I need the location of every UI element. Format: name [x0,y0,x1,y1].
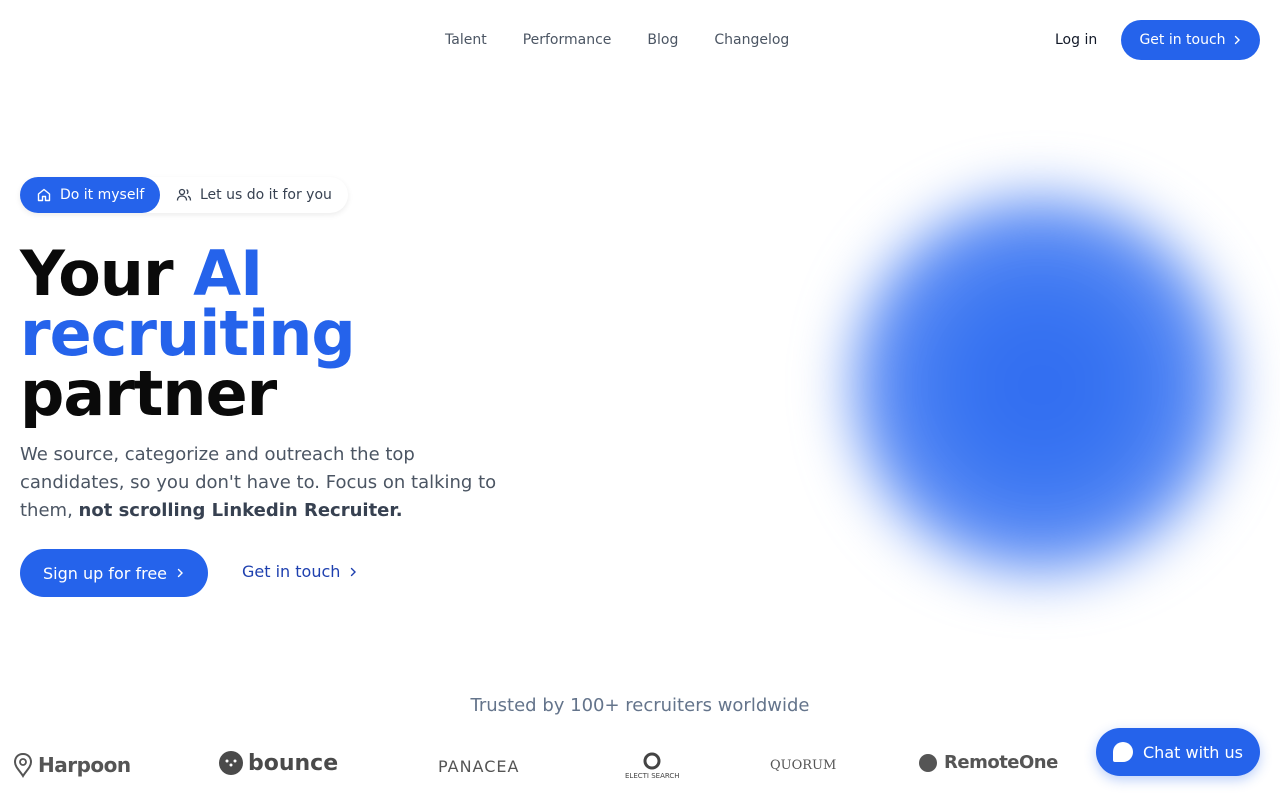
sign-up-button[interactable]: Sign up for free [20,549,208,597]
logo-remoteone: RemoteOne [918,752,1058,773]
headline-partner: partner [20,357,277,430]
hero-subtitle: We source, categorize and outreach the t… [20,441,520,525]
top-navigation: Talent Performance Blog Changelog Log in… [0,0,1280,80]
logo-electi-search: ELECTI SEARCH [625,752,680,780]
logo-panacea: PANACEA [438,757,519,776]
nav-link-talent[interactable]: Talent [445,31,487,49]
trusted-by-text: Trusted by 100+ recruiters worldwide [470,695,810,716]
logo-electi-text: ELECTI SEARCH [625,772,680,780]
chevron-right-icon [1234,35,1240,45]
chevron-right-icon [351,567,357,576]
hero-headline: Your AI recruiting partner [20,243,356,425]
chat-with-us-button[interactable]: Chat with us [1096,728,1260,776]
home-icon [37,188,51,202]
chat-with-us-label: Chat with us [1143,742,1243,762]
electi-logo-icon [643,752,661,770]
get-in-touch-nav-label: Get in touch [1139,32,1226,48]
nav-links: Talent Performance Blog Changelog [445,31,825,49]
sign-up-label: Sign up for free [43,563,167,583]
toggle-let-us-do-it[interactable]: Let us do it for you [176,177,332,213]
logo-bounce-text: bounce [248,750,339,776]
bounce-logo-icon [219,751,243,775]
service-mode-toggle: Do it myself Let us do it for you [20,177,348,213]
toggle-do-it-myself[interactable]: Do it myself [20,177,160,213]
toggle-do-it-myself-label: Do it myself [60,187,145,203]
nav-link-performance[interactable]: Performance [523,31,612,49]
remoteone-logo-icon [919,753,937,772]
get-in-touch-link-label: Get in touch [242,562,341,581]
get-in-touch-nav-button[interactable]: Get in touch [1121,20,1260,60]
login-link[interactable]: Log in [1055,31,1097,49]
get-in-touch-link[interactable]: Get in touch [242,562,358,581]
nav-link-blog[interactable]: Blog [647,31,678,49]
toggle-let-us-do-it-label: Let us do it for you [200,187,332,203]
logo-bounce: bounce [218,750,338,776]
logo-remoteone-text: RemoteOne [944,752,1058,773]
users-icon [176,188,192,201]
logo-quorum-text: QUORUM [770,758,837,773]
hero-gradient-blob [850,195,1230,575]
chat-bubble-icon [1113,742,1133,762]
logo-harpoon: Harpoon [12,752,131,778]
chevron-right-icon [177,568,183,578]
logo-quorum: QUORUM [770,758,836,773]
nav-link-changelog[interactable]: Changelog [714,31,789,49]
customer-logos: Harpoon bounce PANACEA ELECTI SEARCH QUO… [0,748,1280,788]
harpoon-logo-icon [13,752,33,778]
logo-panacea-text: PANACEA [438,757,520,776]
hero-subtitle-bold: not scrolling Linkedin Recruiter. [78,500,403,521]
logo-harpoon-text: Harpoon [38,753,131,777]
